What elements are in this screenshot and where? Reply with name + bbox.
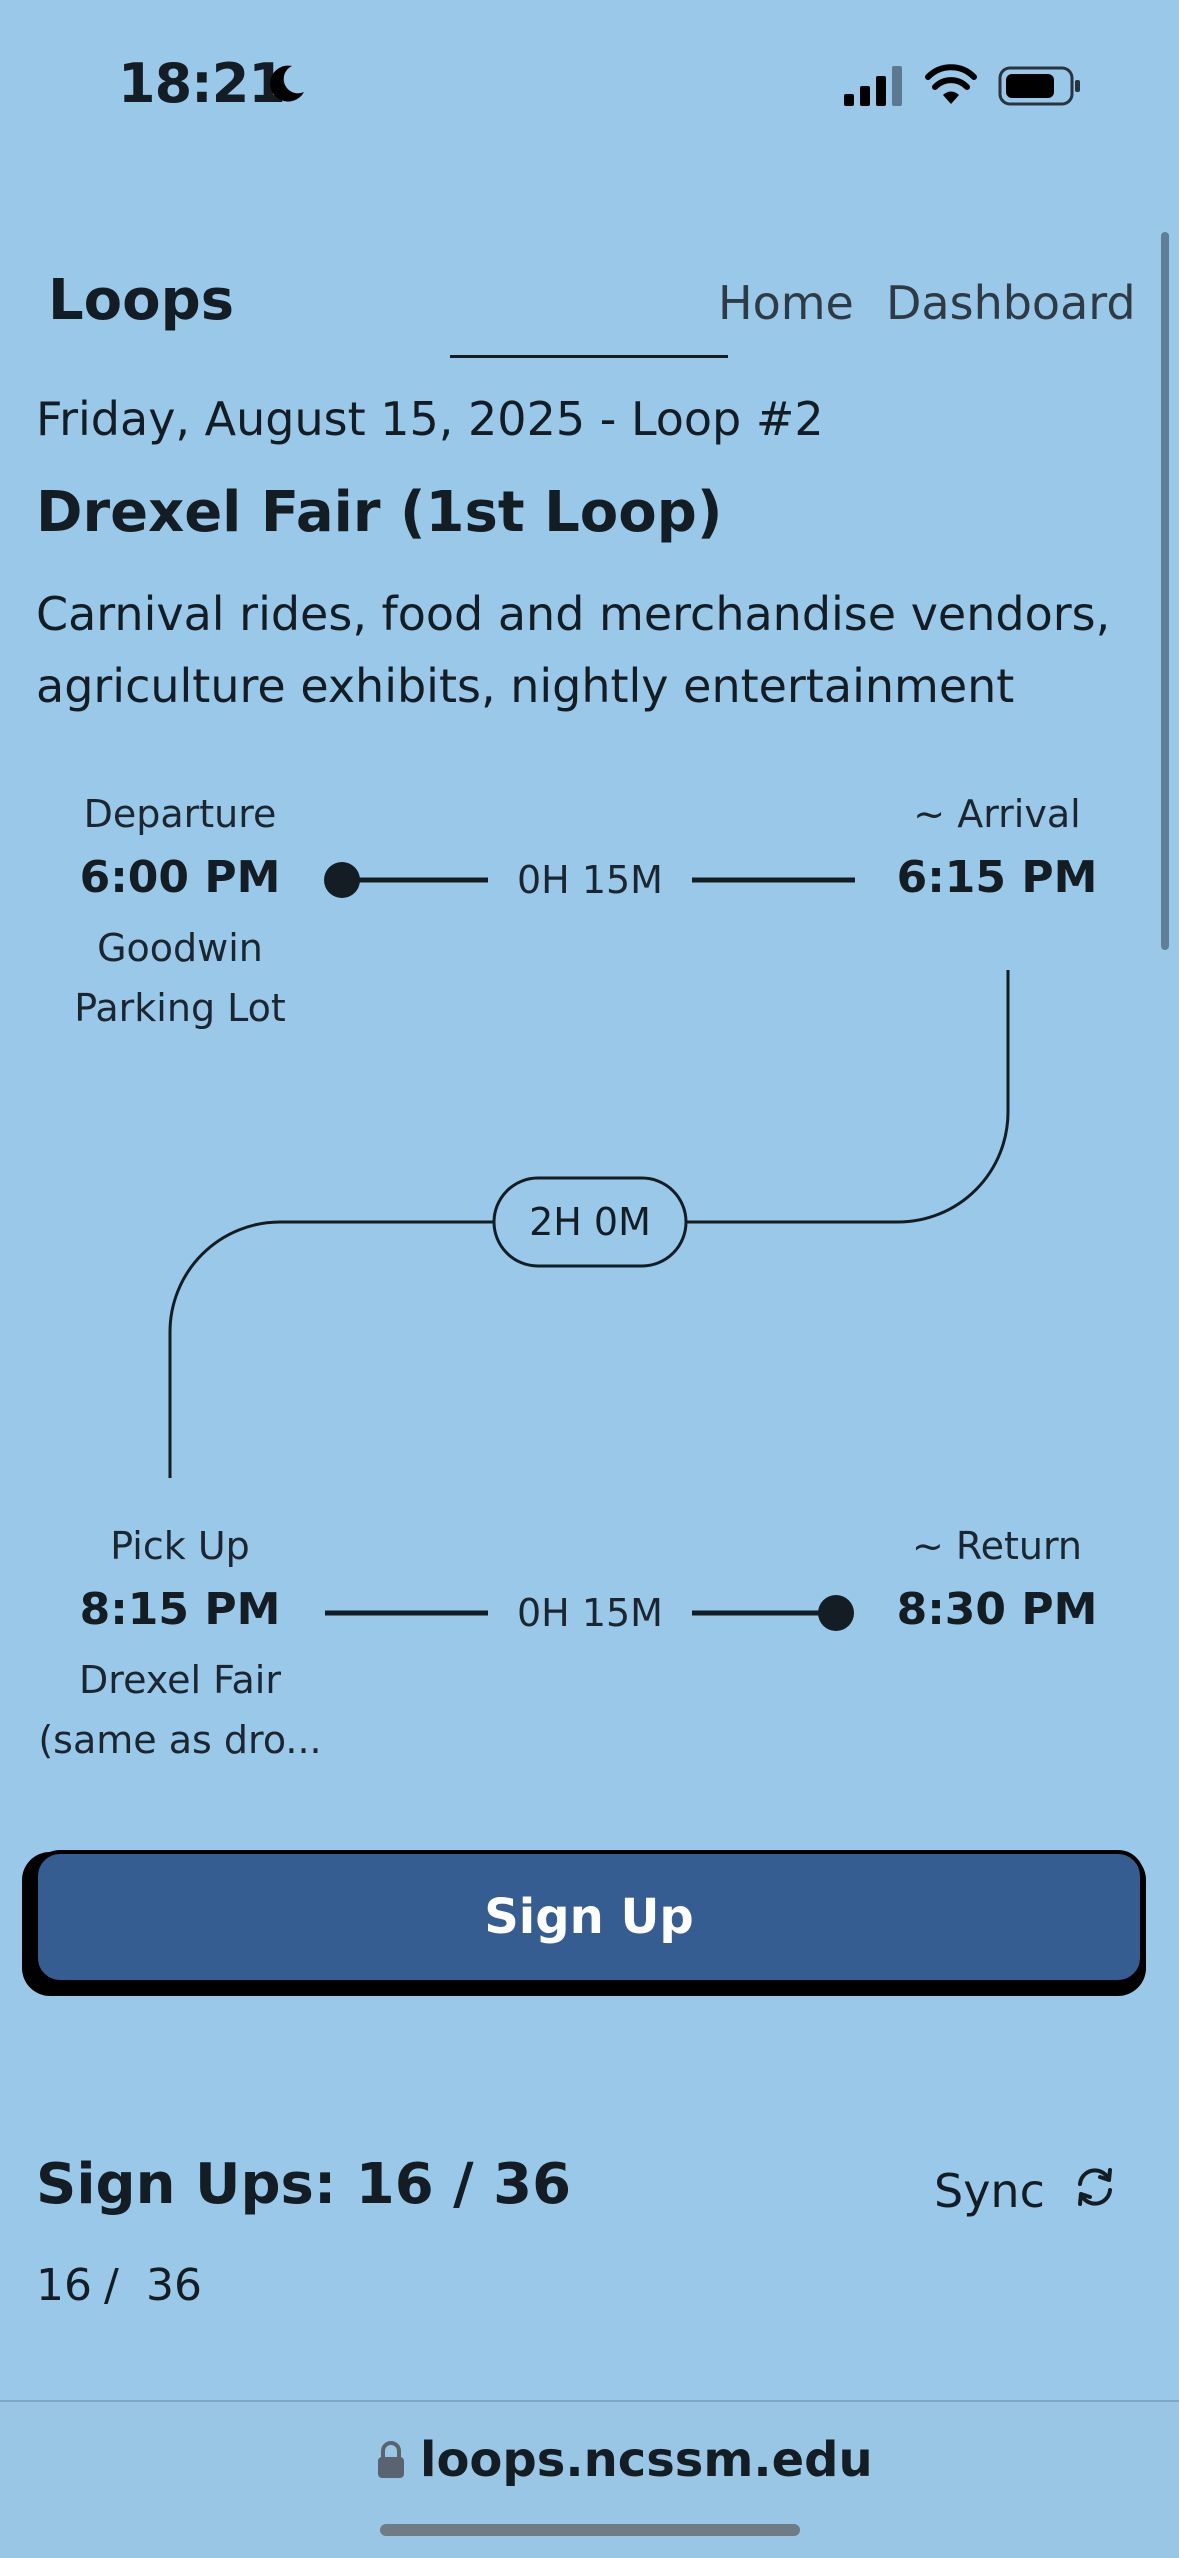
return-time: 8:30 PM <box>896 1584 1098 1635</box>
return-label: ~ Return <box>911 1524 1083 1568</box>
stay-duration: 2H 0M <box>529 1200 651 1244</box>
signup-button[interactable]: Sign Up <box>34 1850 1144 1984</box>
sync-icon[interactable] <box>1072 2164 1118 2210</box>
arrival-label: ~ Arrival <box>913 792 1081 836</box>
pickup-label: Pick Up <box>110 1524 250 1568</box>
departure-location-line2: Parking Lot <box>74 986 286 1030</box>
signups-title: Sign Ups: 16 / 36 <box>36 2152 572 2217</box>
pickup-time: 8:15 PM <box>79 1584 281 1635</box>
departure-time: 6:00 PM <box>79 852 281 903</box>
signup-count-total: 36 <box>146 2260 202 2311</box>
pickup-location-line1: Drexel Fair <box>79 1658 281 1702</box>
departure-location-line1: Goodwin <box>97 926 263 970</box>
outbound-duration: 0H 15M <box>517 858 663 902</box>
lock-icon <box>378 2441 404 2478</box>
signup-count-current: 16 <box>36 2260 92 2311</box>
sync-button[interactable]: Sync <box>934 2164 1045 2218</box>
departure-label: Departure <box>83 792 277 836</box>
browser-url[interactable]: loops.ncssm.edu <box>420 2432 873 2488</box>
return-dot <box>818 1595 854 1631</box>
pickup-location-line2: (same as dro... <box>38 1718 322 1762</box>
home-indicator[interactable] <box>380 2524 800 2536</box>
signup-count-separator: / <box>104 2260 119 2311</box>
inbound-duration: 0H 15M <box>517 1591 663 1635</box>
arrival-time: 6:15 PM <box>896 852 1098 903</box>
